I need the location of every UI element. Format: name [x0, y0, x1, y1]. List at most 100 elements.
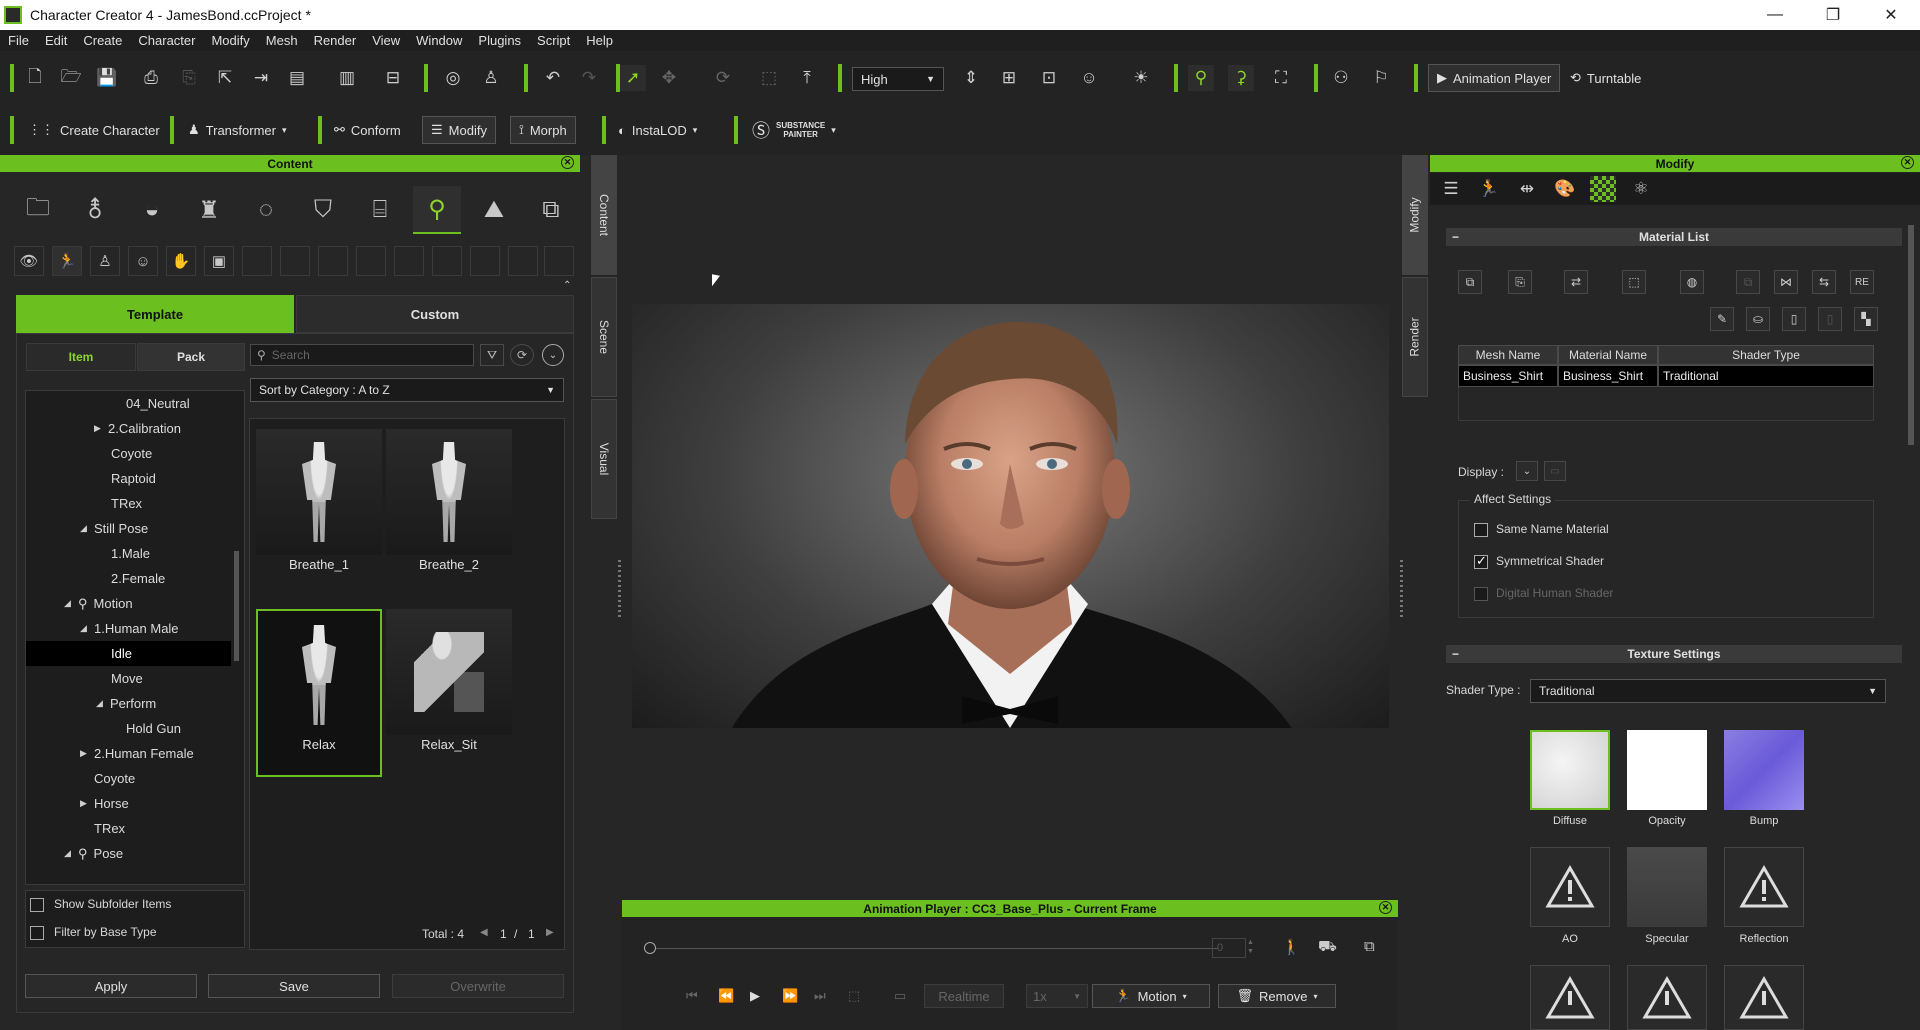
- collapse-icon[interactable]: −: [1452, 647, 1459, 661]
- morph-button[interactable]: ⟟ Morph: [510, 116, 576, 144]
- re-button[interactable]: RE: [1850, 270, 1874, 294]
- collapse-up-icon[interactable]: ⌃: [563, 280, 571, 291]
- modify-button[interactable]: ☰ Modify: [422, 116, 496, 144]
- first-frame-icon[interactable]: ⏮: [686, 988, 698, 1004]
- group-icon[interactable]: ⛶: [1268, 65, 1294, 91]
- texture-diffuse[interactable]: [1530, 730, 1610, 810]
- thumbnail-breathe-2[interactable]: [386, 429, 512, 555]
- texture-slot[interactable]: [1627, 965, 1707, 1030]
- folder-icon[interactable]: 🗀: [14, 186, 62, 234]
- animation-player-button[interactable]: ▶ Animation Player: [1428, 64, 1561, 92]
- tree-item-idle[interactable]: Idle: [26, 641, 231, 666]
- paint-icon[interactable]: ⛀: [1746, 307, 1770, 331]
- scene-category-icon[interactable]: ⛰: [470, 186, 518, 234]
- export-icon[interactable]: ⇥: [248, 65, 274, 91]
- actor-icon[interactable]: ⚇: [1328, 65, 1354, 91]
- share-icon[interactable]: ⋈: [1774, 270, 1798, 294]
- expand-arrow-icon[interactable]: ▶: [80, 798, 94, 809]
- menu-script[interactable]: Script: [529, 33, 578, 48]
- accessory-icon[interactable]: ⛉: [299, 186, 347, 234]
- collapse-arrow-icon[interactable]: ◢: [96, 698, 110, 709]
- face-subcategory-icon[interactable]: ☺: [128, 246, 158, 276]
- modify-scrollbar[interactable]: [1908, 225, 1914, 445]
- flag-icon[interactable]: ⚐: [1368, 65, 1394, 91]
- show-subfolder-checkbox[interactable]: [30, 898, 44, 912]
- frame-spinner-icon[interactable]: ▲ ▼: [1247, 938, 1254, 956]
- substance-painter-button[interactable]: Ⓢ SUBSTANCE PAINTER ▾: [744, 116, 844, 144]
- close-button[interactable]: ✕: [1862, 0, 1920, 30]
- fit-view-icon[interactable]: ⇕: [958, 65, 984, 91]
- menu-view[interactable]: View: [364, 33, 408, 48]
- expand-arrow-icon[interactable]: ▶: [94, 423, 108, 434]
- shader-type-select[interactable]: Traditional ▼: [1530, 679, 1886, 703]
- select-arrow-icon[interactable]: ➚: [620, 65, 646, 91]
- checker-icon[interactable]: ▚: [1854, 307, 1878, 331]
- fbx-export-icon[interactable]: ▥: [334, 65, 360, 91]
- left-splitter-handle[interactable]: [618, 560, 621, 620]
- tree-item-human-male[interactable]: ◢ 1.Human Male: [26, 616, 231, 641]
- tree-item-motion[interactable]: ◢ ⚲ Motion: [26, 591, 231, 616]
- tree-item-trex[interactable]: TRex: [26, 491, 231, 516]
- play-icon[interactable]: ▶: [750, 988, 760, 1004]
- sort-select[interactable]: Sort by Category : A to Z ▼: [250, 378, 564, 402]
- frame-input[interactable]: 0: [1212, 938, 1246, 958]
- menu-plugins[interactable]: Plugins: [470, 33, 529, 48]
- tree-item-04-neutral[interactable]: 04_Neutral: [26, 391, 231, 416]
- vtab-render[interactable]: Render: [1402, 277, 1428, 397]
- 3d-viewport[interactable]: [632, 304, 1389, 728]
- prop-icon[interactable]: ⌸: [356, 186, 404, 234]
- menu-character[interactable]: Character: [130, 33, 203, 48]
- menu-file[interactable]: File: [0, 33, 37, 48]
- capture-icon[interactable]: ⛟: [1318, 938, 1337, 957]
- conform-button[interactable]: ⚯ Conform: [326, 116, 409, 144]
- menu-modify[interactable]: Modify: [203, 33, 257, 48]
- menu-help[interactable]: Help: [578, 33, 621, 48]
- collapse-icon[interactable]: −: [1452, 230, 1459, 244]
- vtab-content[interactable]: Content: [591, 155, 617, 275]
- close-icon[interactable]: ✕: [1379, 901, 1392, 914]
- menu-mesh[interactable]: Mesh: [258, 33, 306, 48]
- eye-icon[interactable]: 👁: [14, 246, 44, 276]
- eyedropper-icon[interactable]: ✎: [1710, 307, 1734, 331]
- tree-item-horse[interactable]: ▶ Horse: [26, 791, 231, 816]
- frame-selected-icon[interactable]: ⊞: [996, 65, 1022, 91]
- split-icon[interactable]: ⇹: [1514, 176, 1540, 202]
- sliders-icon[interactable]: ☰: [1438, 176, 1464, 202]
- undo-icon[interactable]: ↶: [540, 65, 566, 91]
- collapse-arrow-icon[interactable]: ◢: [80, 523, 94, 534]
- subtitle-icon[interactable]: ▭: [894, 988, 906, 1004]
- expand-arrow-icon[interactable]: ▶: [80, 748, 94, 759]
- prev-page-icon[interactable]: ◀: [480, 927, 488, 938]
- turntable-button[interactable]: ⟲ Turntable: [1562, 64, 1649, 92]
- usd-export-icon[interactable]: ⇱: [212, 65, 238, 91]
- vtab-visual[interactable]: Visual: [591, 399, 617, 519]
- tree-item-hold-gun[interactable]: Hold Gun: [26, 716, 231, 741]
- refresh-icon[interactable]: ⟳: [510, 344, 534, 366]
- import-icon[interactable]: ⎙: [138, 65, 164, 91]
- tree-item-perform[interactable]: ◢ Perform: [26, 691, 231, 716]
- next-page-icon[interactable]: ▶: [546, 927, 554, 938]
- motion-button[interactable]: 🏃 Motion ▾: [1092, 984, 1210, 1008]
- same-name-material-checkbox[interactable]: [1474, 523, 1488, 537]
- vtab-scene[interactable]: Scene: [591, 277, 617, 397]
- material-list-header[interactable]: − Material List: [1446, 228, 1902, 246]
- cell-material-name[interactable]: Business_Shirt: [1558, 365, 1658, 387]
- page-icon[interactable]: ▯: [1782, 307, 1806, 331]
- render-quality-select[interactable]: High ▼: [852, 67, 944, 91]
- tree-item-coyote[interactable]: Coyote: [26, 441, 231, 466]
- tab-custom[interactable]: Custom: [296, 295, 574, 333]
- menu-window[interactable]: Window: [408, 33, 470, 48]
- motion-category-icon[interactable]: ⚲: [413, 186, 461, 234]
- pack-category-icon[interactable]: ⧉: [527, 186, 575, 234]
- tree-item-move[interactable]: Move: [26, 666, 231, 691]
- transformer-button[interactable]: ♟ Transformer ▾: [180, 116, 295, 144]
- thumbnail-breathe-1[interactable]: [256, 429, 382, 555]
- fk-icon[interactable]: ⚳: [1228, 65, 1254, 91]
- next-frame-icon[interactable]: ⏩: [782, 988, 798, 1004]
- morph-category-icon[interactable]: ◒: [128, 186, 176, 234]
- new-file-icon[interactable]: 🗋: [22, 65, 48, 91]
- subtab-item[interactable]: Item: [26, 343, 136, 371]
- menu-create[interactable]: Create: [75, 33, 130, 48]
- texture-settings-header[interactable]: − Texture Settings: [1446, 645, 1902, 663]
- restore-button[interactable]: ❐: [1804, 0, 1862, 30]
